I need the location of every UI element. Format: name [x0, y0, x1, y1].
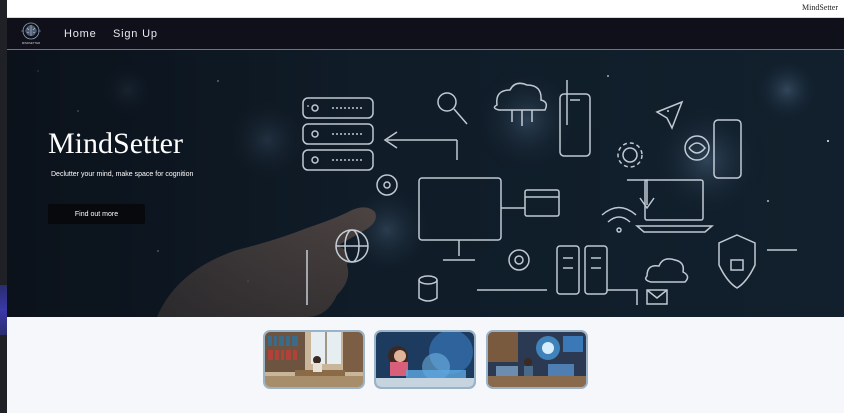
hero-background — [7, 50, 844, 317]
page-frame: MindSetter MINDSETTER Home Sign Up MindS… — [7, 0, 844, 413]
hero-banner: MindSetter Declutter your mind, make spa… — [7, 50, 844, 317]
brain-logo-icon[interactable]: MINDSETTER — [17, 21, 45, 46]
window-title-bar: MindSetter — [7, 0, 844, 18]
hero-subtitle: Declutter your mind, make space for cogn… — [51, 171, 194, 178]
logo-text: MINDSETTER — [22, 41, 40, 45]
library-study-photo[interactable] — [263, 330, 365, 389]
gutter-glow — [0, 285, 7, 335]
left-gutter — [0, 0, 7, 413]
classroom-tech-photo[interactable] — [486, 330, 588, 389]
hero-title: MindSetter — [48, 127, 183, 160]
child-tech-photo[interactable] — [374, 330, 476, 389]
nav-home-link[interactable]: Home — [64, 28, 97, 40]
navbar: MINDSETTER Home Sign Up — [7, 18, 844, 50]
window-title: MindSetter — [802, 3, 838, 12]
nav-signup-link[interactable]: Sign Up — [113, 28, 158, 40]
gallery-section — [7, 317, 844, 413]
find-out-more-button[interactable]: Find out more — [48, 204, 145, 224]
